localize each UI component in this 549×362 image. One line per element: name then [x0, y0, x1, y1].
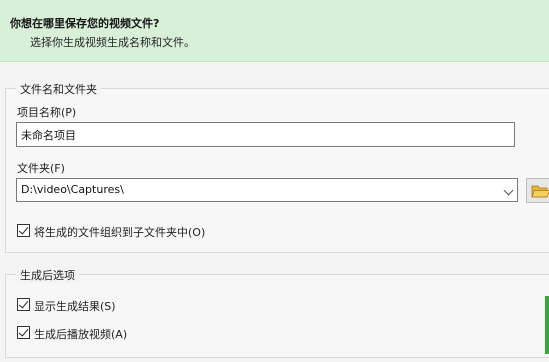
folder-label: 文件夹(F) — [17, 162, 65, 175]
organize-subfolders-label: 将生成的文件组织到子文件夹中(O) — [34, 226, 206, 239]
checkbox-checked[interactable] — [17, 298, 30, 311]
green-accent-bar — [545, 296, 549, 354]
folder-path-dropdown[interactable]: D:\video\Captures\ — [16, 178, 518, 202]
checkbox-checked[interactable] — [17, 224, 30, 237]
checkbox-checked[interactable] — [17, 326, 30, 339]
project-name-input[interactable]: 未命名项目 — [16, 122, 515, 147]
chevron-down-icon[interactable] — [503, 185, 514, 196]
project-name-label: 项目名称(P) — [17, 106, 77, 119]
browse-folder-button[interactable] — [526, 178, 549, 203]
wizard-header: 你想在哪里保存您的视频文件? 选择你生成视频生成名称和文件。 — [0, 0, 549, 62]
header-subtitle: 选择你生成视频生成名称和文件。 — [30, 36, 195, 49]
play-after-label: 生成后播放视频(A) — [34, 328, 128, 341]
folder-path-value: D:\video\Captures\ — [21, 183, 124, 196]
post-render-group: 生成后选项 — [5, 267, 549, 358]
show-results-label: 显示生成结果(S) — [34, 300, 116, 313]
post-render-legend: 生成后选项 — [16, 267, 79, 283]
file-folder-legend: 文件名和文件夹 — [16, 81, 101, 97]
folder-open-icon — [531, 185, 549, 198]
header-title: 你想在哪里保存您的视频文件? — [10, 17, 160, 30]
